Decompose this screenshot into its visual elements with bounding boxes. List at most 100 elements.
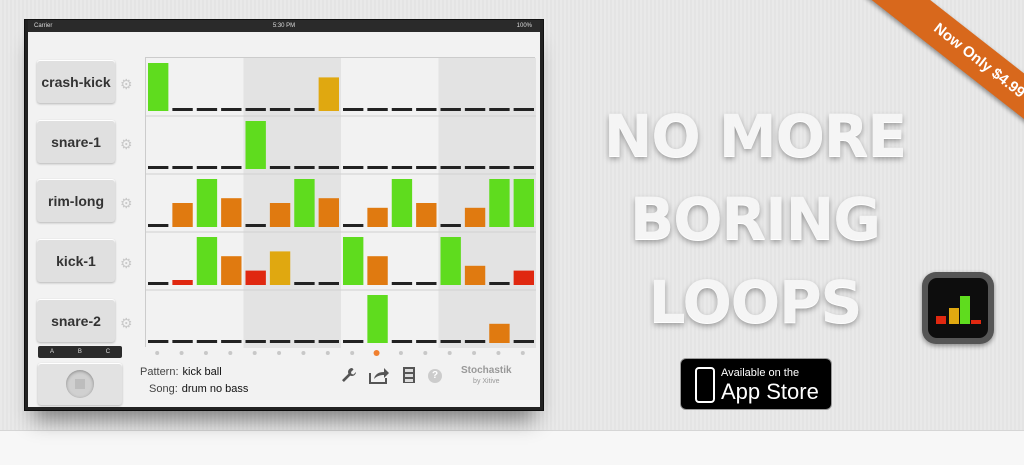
step-bar[interactable]	[440, 237, 461, 285]
step-bar[interactable]	[391, 179, 413, 227]
bank-tab-a[interactable]: A	[50, 349, 54, 355]
step-bar[interactable]	[172, 203, 193, 227]
track-label-kick-1[interactable]: kick-1	[37, 239, 115, 282]
step-empty[interactable]	[464, 108, 486, 111]
step-empty[interactable]	[440, 108, 461, 111]
step-empty[interactable]	[221, 166, 242, 169]
app-store-badge[interactable]: Available on the App Store	[680, 358, 832, 410]
step-empty[interactable]	[269, 340, 291, 343]
step-empty[interactable]	[489, 282, 510, 285]
step-empty[interactable]	[148, 166, 169, 169]
step-empty[interactable]	[172, 108, 193, 111]
step-bar[interactable]	[464, 207, 486, 227]
step-empty[interactable]	[343, 224, 364, 227]
step-empty[interactable]	[513, 108, 534, 111]
step-empty[interactable]	[148, 340, 169, 343]
bank-tab-c[interactable]: C	[106, 349, 110, 355]
step-empty[interactable]	[294, 108, 315, 111]
step-bar[interactable]	[464, 265, 486, 285]
step-empty[interactable]	[343, 340, 364, 343]
step-bar[interactable]	[343, 237, 364, 285]
step-empty[interactable]	[318, 340, 339, 343]
step-empty[interactable]	[343, 166, 364, 169]
step-empty[interactable]	[489, 108, 510, 111]
step-empty[interactable]	[513, 166, 534, 169]
step-bar[interactable]	[269, 203, 291, 227]
step-bar[interactable]	[196, 179, 218, 227]
step-empty[interactable]	[391, 108, 413, 111]
step-empty[interactable]	[318, 282, 339, 285]
step-empty[interactable]	[416, 340, 437, 343]
step-bar[interactable]	[245, 270, 266, 285]
step-empty[interactable]	[196, 108, 218, 111]
step-bar[interactable]	[318, 77, 339, 111]
step-bar[interactable]	[367, 207, 388, 227]
step-bar[interactable]	[196, 237, 218, 285]
song-value[interactable]: drum no bass	[182, 383, 249, 395]
track-label-snare-1[interactable]: snare-1	[37, 120, 115, 163]
step-empty[interactable]	[489, 166, 510, 169]
step-empty[interactable]	[391, 166, 413, 169]
step-empty[interactable]	[245, 340, 266, 343]
gear-icon[interactable]: ⚙	[120, 196, 134, 210]
help-icon[interactable]: ?	[428, 369, 442, 383]
step-bar[interactable]	[416, 203, 437, 227]
step-bar[interactable]	[367, 295, 388, 343]
step-empty[interactable]	[294, 340, 315, 343]
step-empty[interactable]	[245, 224, 266, 227]
step-empty[interactable]	[440, 224, 461, 227]
gear-icon[interactable]: ⚙	[120, 77, 134, 91]
gear-icon[interactable]: ⚙	[120, 256, 134, 270]
gear-icon[interactable]: ⚙	[120, 316, 134, 330]
step-bar[interactable]	[489, 323, 510, 343]
step-bar[interactable]	[318, 198, 339, 227]
share-icon[interactable]	[368, 366, 390, 387]
stop-button[interactable]	[38, 363, 122, 405]
step-empty[interactable]	[416, 108, 437, 111]
step-empty[interactable]	[391, 282, 413, 285]
step-bar[interactable]	[294, 179, 315, 227]
step-empty[interactable]	[416, 282, 437, 285]
step-bar[interactable]	[221, 256, 242, 285]
step-empty[interactable]	[245, 108, 266, 111]
step-empty[interactable]	[416, 166, 437, 169]
step-empty[interactable]	[440, 340, 461, 343]
step-bar[interactable]	[172, 280, 193, 285]
step-empty[interactable]	[221, 108, 242, 111]
step-grid-canvas[interactable]	[146, 58, 536, 348]
step-bar[interactable]	[148, 63, 169, 111]
step-empty[interactable]	[269, 108, 291, 111]
step-bar[interactable]	[513, 270, 534, 285]
wrench-icon[interactable]	[340, 366, 358, 387]
step-empty[interactable]	[367, 166, 388, 169]
step-bar[interactable]	[245, 121, 266, 169]
pattern-value[interactable]: kick ball	[183, 366, 222, 378]
step-bar[interactable]	[367, 256, 388, 285]
step-empty[interactable]	[196, 166, 218, 169]
cabinet-icon[interactable]	[402, 366, 416, 387]
step-empty[interactable]	[464, 166, 486, 169]
step-empty[interactable]	[148, 282, 169, 285]
step-bar[interactable]	[513, 179, 534, 227]
step-bar[interactable]	[221, 198, 242, 227]
step-empty[interactable]	[440, 166, 461, 169]
step-bar[interactable]	[269, 251, 291, 285]
step-empty[interactable]	[221, 340, 242, 343]
step-bar[interactable]	[489, 179, 510, 227]
step-empty[interactable]	[318, 166, 339, 169]
bank-tab-b[interactable]: B	[78, 349, 82, 355]
step-grid[interactable]	[145, 57, 536, 348]
track-label-snare-2[interactable]: snare-2	[37, 299, 115, 342]
step-empty[interactable]	[294, 166, 315, 169]
track-label-rim-long[interactable]: rim-long	[37, 179, 115, 222]
step-empty[interactable]	[172, 340, 193, 343]
step-empty[interactable]	[464, 340, 486, 343]
gear-icon[interactable]: ⚙	[120, 137, 134, 151]
step-empty[interactable]	[391, 340, 413, 343]
step-empty[interactable]	[148, 224, 169, 227]
step-empty[interactable]	[294, 282, 315, 285]
step-empty[interactable]	[513, 340, 534, 343]
step-empty[interactable]	[343, 108, 364, 111]
step-empty[interactable]	[367, 108, 388, 111]
step-empty[interactable]	[196, 340, 218, 343]
